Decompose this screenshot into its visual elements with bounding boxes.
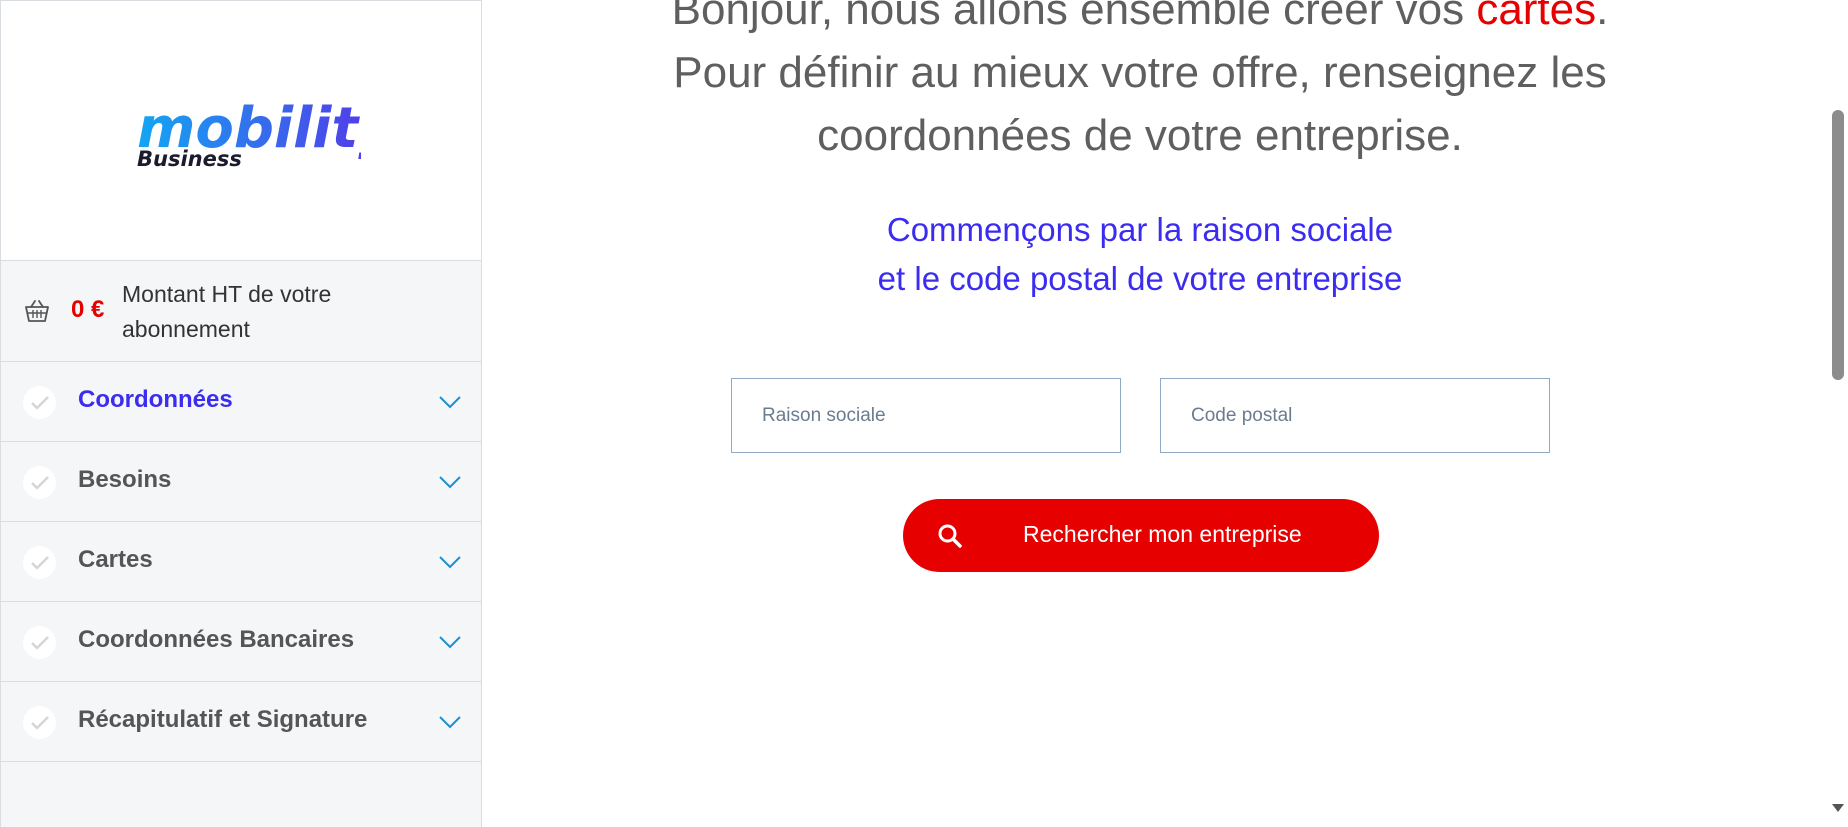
- chevron-down-icon: [439, 556, 461, 569]
- step-coordonnees-bancaires[interactable]: Coordonnées Bancaires: [1, 602, 481, 682]
- scroll-down-arrow-icon[interactable]: [1832, 804, 1844, 812]
- step-label: Besoins: [78, 466, 172, 493]
- check-icon: [23, 466, 56, 499]
- step-besoins[interactable]: Besoins: [1, 442, 481, 522]
- search-company-button[interactable]: Rechercher mon entreprise: [903, 499, 1379, 572]
- subscription-amount: 0 € Montant HT de votre abonnement: [1, 261, 481, 362]
- step-cartes[interactable]: Cartes: [1, 522, 481, 602]
- logo-subtext: Business: [137, 147, 242, 171]
- step-label: Cartes: [78, 546, 153, 573]
- step-recapitulatif[interactable]: Récapitulatif et Signature: [1, 682, 481, 762]
- intro-text: Bonjour, nous allons ensemble créer vos …: [482, 0, 1798, 167]
- step-label: Coordonnées Bancaires: [78, 626, 355, 653]
- logo-area: mobility Business: [1, 0, 481, 261]
- step-coordonnees[interactable]: Coordonnées: [1, 362, 481, 442]
- chevron-down-icon: [439, 396, 461, 409]
- subheading-line-1: Commençons par la raison sociale: [886, 211, 1394, 248]
- check-icon: [23, 386, 56, 419]
- step-label: Coordonnées: [78, 386, 233, 413]
- postal-code-input[interactable]: [1160, 378, 1550, 453]
- chevron-down-icon: [439, 716, 461, 729]
- intro-line-2: Pour définir au mieux votre offre, rense…: [673, 48, 1607, 97]
- chevron-down-icon: [439, 636, 461, 649]
- vertical-scrollbar[interactable]: [1828, 0, 1848, 827]
- basket-icon: [25, 300, 49, 322]
- check-icon: [23, 546, 56, 579]
- check-icon: [23, 626, 56, 659]
- subheading-line-2: et le code postal de votre entreprise: [877, 260, 1403, 297]
- check-icon: [23, 706, 56, 739]
- main-content: Bonjour, nous allons ensemble créer vos …: [482, 0, 1828, 827]
- intro-line-1: Bonjour, nous allons ensemble créer vos …: [482, 0, 1798, 41]
- sidebar: mobility Business 0 € Montant HT de votr…: [0, 0, 482, 827]
- chevron-down-icon: [439, 476, 461, 489]
- company-name-input[interactable]: [731, 378, 1121, 453]
- intro-accent: cartes: [1476, 0, 1597, 34]
- subheading: Commençons par la raison sociale et le c…: [482, 205, 1798, 303]
- amount-label: Montant HT de votre abonnement: [122, 281, 332, 342]
- amount-value: 0 €: [71, 296, 105, 323]
- intro-line-3: coordonnées de votre entreprise.: [817, 111, 1463, 160]
- search-icon: [938, 524, 962, 548]
- search-button-label: Rechercher mon entreprise: [1023, 521, 1302, 547]
- scrollbar-thumb[interactable]: [1832, 110, 1844, 380]
- step-label: Récapitulatif et Signature: [78, 706, 368, 733]
